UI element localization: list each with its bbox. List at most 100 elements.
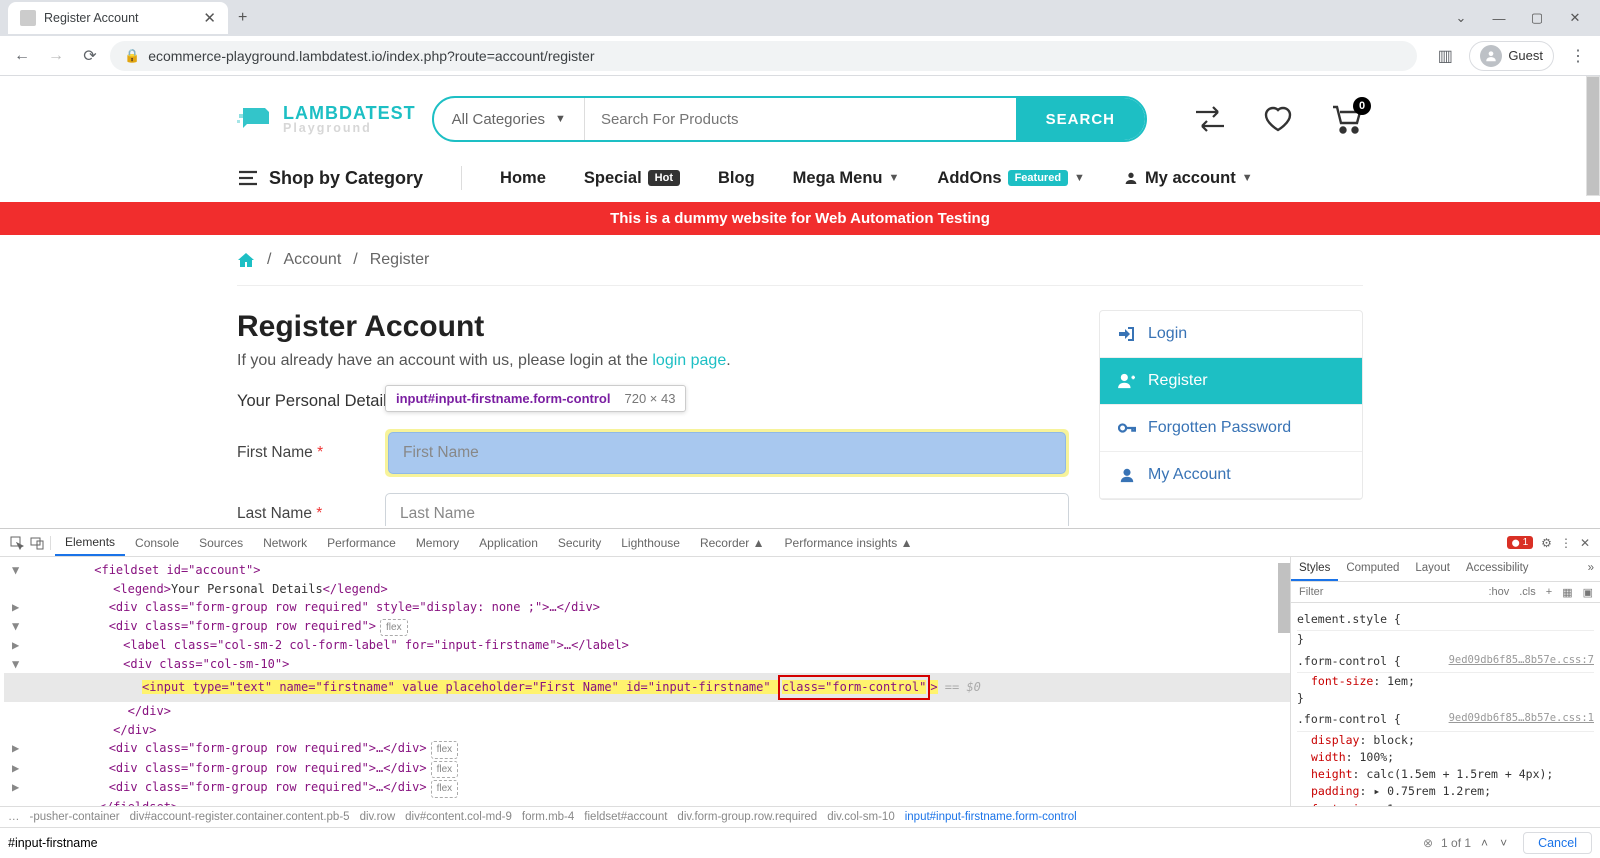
tab-bar: Register Account ✕ + ⌄ — ▢ ✕ xyxy=(0,0,1600,36)
breadcrumb-account[interactable]: Account xyxy=(283,251,341,269)
devtools-tab-lighthouse[interactable]: Lighthouse xyxy=(611,531,690,555)
nav-item-blog[interactable]: Blog xyxy=(718,169,755,188)
devtools-menu-icon[interactable]: ⋮ xyxy=(1560,536,1572,550)
search-cancel-button[interactable]: Cancel xyxy=(1523,832,1592,854)
nav-item-my-account[interactable]: My account▼ xyxy=(1123,169,1253,188)
styles-tab-computed[interactable]: Computed xyxy=(1338,557,1407,581)
login-page-link[interactable]: login page xyxy=(652,352,726,369)
shop-by-category[interactable]: Shop by Category xyxy=(237,168,423,189)
tooltip-selector: input#input-firstname.form-control xyxy=(396,391,611,406)
styles-tab-accessibility[interactable]: Accessibility xyxy=(1458,557,1537,581)
chrome-menu-icon[interactable]: ⋮ xyxy=(1564,42,1592,70)
wishlist-icon[interactable] xyxy=(1261,104,1295,134)
computed-trace-icon[interactable]: ▦ xyxy=(1559,584,1575,601)
logo-icon xyxy=(237,104,273,134)
header-actions: 0 xyxy=(1193,103,1363,135)
dom-crumb[interactable]: div.row xyxy=(360,811,396,823)
sidebar-item-login[interactable]: Login xyxy=(1100,311,1362,358)
form-row-lastname: Last Name * xyxy=(237,493,1069,526)
devtools-tab-elements[interactable]: Elements xyxy=(55,530,125,556)
cls-toggle[interactable]: .cls xyxy=(1516,584,1539,600)
search-prev-icon[interactable]: ˄ xyxy=(1479,836,1490,850)
side-panel-icon[interactable]: ▥ xyxy=(1431,42,1459,70)
dom-panel[interactable]: ▼ <fieldset id="account"> <legend>Your P… xyxy=(0,557,1290,806)
devtools-tab-application[interactable]: Application xyxy=(469,531,548,555)
devtools-tab-console[interactable]: Console xyxy=(125,531,189,555)
minimize-icon[interactable]: — xyxy=(1482,6,1516,30)
window-controls: ⌄ — ▢ ✕ xyxy=(1444,6,1592,30)
element-box-icon[interactable]: ▣ xyxy=(1580,584,1596,601)
maximize-icon[interactable]: ▢ xyxy=(1520,6,1554,30)
devtools-tab-security[interactable]: Security xyxy=(548,531,611,555)
hov-toggle[interactable]: :hov xyxy=(1485,584,1512,600)
nav-item-mega-menu[interactable]: Mega Menu▼ xyxy=(793,169,900,188)
style-rules[interactable]: element.style {}.form-control {9ed09db6f… xyxy=(1291,603,1600,806)
dom-crumb[interactable]: form.mb-4 xyxy=(522,811,574,823)
window-dropdown-icon[interactable]: ⌄ xyxy=(1444,6,1478,30)
new-rule-icon[interactable]: + xyxy=(1543,584,1555,600)
search-next-icon[interactable]: ˅ xyxy=(1498,836,1509,850)
dom-crumb[interactable]: div.col-sm-10 xyxy=(827,811,895,823)
nav-item-special[interactable]: SpecialHot xyxy=(584,169,680,188)
home-icon[interactable] xyxy=(237,252,255,268)
styles-tabs: StylesComputedLayoutAccessibility » xyxy=(1291,557,1600,582)
inspect-element-icon[interactable] xyxy=(10,536,24,550)
compare-icon[interactable] xyxy=(1193,104,1227,134)
styles-tab-styles[interactable]: Styles xyxy=(1291,557,1338,581)
back-button[interactable]: ← xyxy=(8,42,36,70)
chevron-down-icon: ▼ xyxy=(555,113,566,125)
sidebar-item-forgotten-password[interactable]: Forgotten Password xyxy=(1100,405,1362,452)
category-select[interactable]: All Categories ▼ xyxy=(434,98,585,140)
devtools-tab-network[interactable]: Network xyxy=(253,531,317,555)
devtools-tab-performance[interactable]: Performance insights ▲ xyxy=(775,531,923,555)
page-title: Register Account xyxy=(237,310,1069,344)
breadcrumb-sep: / xyxy=(267,251,271,269)
dom-crumb[interactable]: div.form-group.row.required xyxy=(677,811,817,823)
logo[interactable]: LAMBDATEST Playground xyxy=(237,104,416,135)
styles-filter-input[interactable] xyxy=(1291,582,1485,602)
dom-crumb[interactable]: fieldset#account xyxy=(584,811,667,823)
dom-crumb[interactable]: -pusher-container xyxy=(30,811,120,823)
sidebar-item-my-account[interactable]: My Account xyxy=(1100,452,1362,499)
devtools-settings-icon[interactable]: ⚙ xyxy=(1541,536,1552,550)
nav-item-home[interactable]: Home xyxy=(500,169,546,188)
dom-breadcrumb[interactable]: … -pusher-container div#account-register.c… xyxy=(0,806,1600,827)
devtools-close-icon[interactable]: ✕ xyxy=(1580,536,1590,550)
forward-button[interactable]: → xyxy=(42,42,70,70)
error-count-badge[interactable]: 1 xyxy=(1507,536,1533,549)
selected-dom-node[interactable]: <input type="text" name="firstname" valu… xyxy=(4,673,1290,702)
dom-scrollbar[interactable] xyxy=(1278,563,1290,633)
devtools-tab-recorder[interactable]: Recorder ▲ xyxy=(690,531,775,555)
search-input[interactable] xyxy=(585,98,1016,140)
main-nav: Shop by Category Home SpecialHot Blog Mega … xyxy=(237,160,1363,202)
lastname-input[interactable] xyxy=(385,493,1069,526)
devtools-tab-sources[interactable]: Sources xyxy=(189,531,253,555)
new-tab-button[interactable]: + xyxy=(228,9,257,27)
device-toolbar-icon[interactable] xyxy=(30,536,44,550)
dom-crumb[interactable]: div#account-register.container.content.p… xyxy=(130,811,350,823)
styles-more-icon[interactable]: » xyxy=(1582,557,1600,581)
nav-item-addons[interactable]: AddOnsFeatured▼ xyxy=(937,169,1085,188)
profile-chip[interactable]: Guest xyxy=(1469,41,1554,71)
search-button[interactable]: SEARCH xyxy=(1016,98,1145,140)
devtools-search-input[interactable] xyxy=(8,836,1415,850)
dom-crumb[interactable]: … xyxy=(8,811,20,823)
close-window-icon[interactable]: ✕ xyxy=(1558,6,1592,30)
browser-tab[interactable]: Register Account ✕ xyxy=(8,2,228,34)
devtools-tabs: ElementsConsoleSourcesNetworkPerformance… xyxy=(0,529,1600,557)
reload-button[interactable]: ⟳ xyxy=(76,42,104,70)
cart-icon[interactable]: 0 xyxy=(1329,103,1363,135)
address-bar[interactable]: 🔒 ecommerce-playground.lambdatest.io/ind… xyxy=(110,41,1417,71)
close-tab-icon[interactable]: ✕ xyxy=(203,9,216,27)
dom-crumb[interactable]: input#input-firstname.form-control xyxy=(905,811,1077,823)
dom-crumb[interactable]: div#content.col-md-9 xyxy=(405,811,512,823)
category-label: All Categories xyxy=(452,111,545,128)
page-scrollbar[interactable] xyxy=(1586,76,1600,196)
sidebar-item-register[interactable]: Register xyxy=(1100,358,1362,405)
devtools-tab-performance[interactable]: Performance xyxy=(317,531,406,555)
styles-tab-layout[interactable]: Layout xyxy=(1407,557,1458,581)
firstname-input[interactable] xyxy=(388,432,1066,474)
devtools-tab-memory[interactable]: Memory xyxy=(406,531,469,555)
logo-text-1: LAMBDATEST xyxy=(283,104,416,122)
clear-search-icon[interactable]: ⊗ xyxy=(1423,836,1433,850)
